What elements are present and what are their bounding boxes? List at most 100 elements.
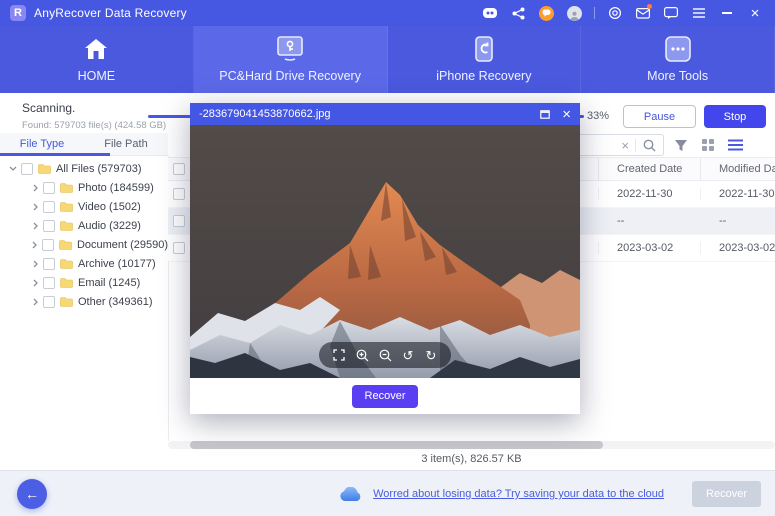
modal-close-icon[interactable]: × bbox=[562, 107, 571, 122]
cell-created-date: -- bbox=[598, 215, 700, 227]
tree-item-count: (1502) bbox=[109, 201, 141, 213]
chevron-down-icon[interactable] bbox=[8, 166, 18, 171]
chevron-right-icon[interactable] bbox=[30, 222, 40, 230]
tree-item-checkbox[interactable] bbox=[43, 220, 55, 232]
cloud-backup-link[interactable]: Worred about losing data? Try saving you… bbox=[373, 488, 664, 500]
support-chat-icon[interactable] bbox=[538, 5, 554, 21]
chevron-right-icon[interactable] bbox=[30, 279, 40, 287]
tree-item[interactable]: Archive (10177) bbox=[0, 254, 168, 273]
tree-item[interactable]: Other (349361) bbox=[0, 292, 168, 311]
horizontal-scrollbar bbox=[168, 441, 775, 449]
stop-button[interactable]: Stop bbox=[704, 105, 766, 128]
scan-found-count: Found: 579703 file(s) (424.58 GB) bbox=[22, 120, 166, 131]
tab-file-path[interactable]: File Path bbox=[84, 133, 168, 155]
modal-recover-button[interactable]: Recover bbox=[352, 385, 418, 408]
row-checkbox[interactable] bbox=[173, 242, 185, 254]
tree-item-checkbox[interactable] bbox=[42, 239, 54, 251]
grid-view-icon[interactable] bbox=[699, 136, 717, 154]
tree-item-checkbox[interactable] bbox=[43, 182, 55, 194]
minimize-icon[interactable] bbox=[719, 5, 735, 21]
tree-item[interactable]: Photo (184599) bbox=[0, 178, 168, 197]
file-type-tree: All Files (579703) Photo (184599) bbox=[0, 159, 168, 311]
tree-item[interactable]: Video (1502) bbox=[0, 197, 168, 216]
tree-item-count: (3229) bbox=[109, 220, 141, 232]
folder-icon bbox=[60, 182, 73, 193]
discord-icon[interactable] bbox=[482, 5, 498, 21]
tree-item-checkbox[interactable] bbox=[21, 163, 33, 175]
titlebar: R AnyRecover Data Recovery bbox=[0, 0, 775, 26]
tab-pc-hard-drive-recovery[interactable]: PC&Hard Drive Recovery bbox=[194, 26, 388, 93]
column-modified-date[interactable]: Modified Date bbox=[700, 158, 775, 180]
tab-more-tools[interactable]: More Tools bbox=[581, 26, 775, 93]
tree-item-checkbox[interactable] bbox=[43, 258, 55, 270]
preview-file-name: -283679041453870662.jpg bbox=[199, 108, 528, 120]
scan-progress-percent: 33% bbox=[587, 110, 609, 122]
preview-modal-titlebar[interactable]: -283679041453870662.jpg × bbox=[190, 103, 580, 125]
tree-item-count: (10177) bbox=[118, 258, 156, 270]
column-created-date[interactable]: Created Date bbox=[598, 158, 700, 180]
search-icon[interactable] bbox=[636, 139, 663, 152]
preview-image: ↺ ↻ bbox=[190, 125, 580, 378]
tab-home[interactable]: HOME bbox=[0, 26, 194, 93]
cell-created-date: 2023-03-02 bbox=[598, 242, 700, 254]
record-icon[interactable] bbox=[607, 5, 623, 21]
maximize-icon[interactable] bbox=[540, 110, 550, 119]
back-button[interactable]: ← bbox=[17, 479, 47, 509]
panel-loading-indicator bbox=[0, 153, 110, 156]
share-icon[interactable] bbox=[510, 5, 526, 21]
mail-notification-dot bbox=[647, 4, 652, 9]
iphone-recovery-icon bbox=[475, 36, 493, 62]
zoom-in-icon[interactable] bbox=[354, 347, 370, 363]
tree-item[interactable]: Email (1245) bbox=[0, 273, 168, 292]
chevron-right-icon[interactable] bbox=[30, 260, 40, 268]
scan-status: Scanning. bbox=[22, 101, 75, 115]
chevron-right-icon[interactable] bbox=[30, 241, 39, 249]
selection-summary: 3 item(s), 826.57 KB bbox=[168, 453, 775, 465]
mail-icon[interactable] bbox=[635, 5, 651, 21]
tree-item[interactable]: All Files (579703) bbox=[0, 159, 168, 178]
account-icon[interactable] bbox=[566, 5, 582, 21]
folder-icon bbox=[60, 201, 73, 212]
fullscreen-icon[interactable] bbox=[331, 347, 347, 363]
menu-icon[interactable] bbox=[691, 5, 707, 21]
tree-item-label: Document bbox=[77, 239, 127, 251]
tree-item-checkbox[interactable] bbox=[43, 201, 55, 213]
pause-button[interactable]: Pause bbox=[623, 105, 696, 128]
select-all-checkbox[interactable] bbox=[173, 163, 185, 175]
main-nav: HOME PC&Hard Drive Recovery iPhone Recov… bbox=[0, 26, 775, 93]
tree-item-label: Video bbox=[78, 201, 106, 213]
folder-icon bbox=[60, 258, 73, 269]
tree-item[interactable]: Document (29590) bbox=[0, 235, 168, 254]
nav-tab-label: More Tools bbox=[647, 69, 708, 83]
cell-created-date: 2022-11-30 bbox=[598, 188, 700, 200]
footer-recover-button[interactable]: Recover bbox=[692, 481, 761, 507]
tree-item[interactable]: Audio (3229) bbox=[0, 216, 168, 235]
horizontal-scrollbar-thumb[interactable] bbox=[190, 441, 603, 449]
tab-iphone-recovery[interactable]: iPhone Recovery bbox=[388, 26, 582, 93]
chat-bubble-icon[interactable] bbox=[663, 5, 679, 21]
tab-file-type[interactable]: File Type bbox=[0, 133, 84, 155]
close-icon[interactable]: × bbox=[747, 5, 763, 21]
tree-item-checkbox[interactable] bbox=[43, 277, 55, 289]
cloud-icon bbox=[339, 487, 363, 502]
filter-icon[interactable] bbox=[672, 136, 690, 154]
mountain-photo bbox=[190, 125, 580, 378]
chevron-right-icon[interactable] bbox=[30, 184, 40, 192]
chevron-right-icon[interactable] bbox=[30, 203, 40, 211]
zoom-out-icon[interactable] bbox=[377, 347, 393, 363]
tree-item-count: (184599) bbox=[110, 182, 154, 194]
chevron-right-icon[interactable] bbox=[30, 298, 40, 306]
tree-item-count: (349361) bbox=[109, 296, 153, 308]
search-clear-icon[interactable]: × bbox=[615, 139, 636, 152]
rotate-left-icon[interactable]: ↺ bbox=[400, 347, 416, 363]
tree-item-count: (579703) bbox=[98, 163, 142, 175]
row-checkbox[interactable] bbox=[173, 188, 185, 200]
list-view-icon[interactable] bbox=[726, 136, 744, 154]
titlebar-divider bbox=[594, 7, 595, 19]
row-checkbox[interactable] bbox=[173, 215, 185, 227]
rotate-right-icon[interactable]: ↻ bbox=[423, 347, 439, 363]
more-tools-icon bbox=[665, 36, 691, 62]
tree-item-label: All Files bbox=[56, 163, 95, 175]
tree-item-checkbox[interactable] bbox=[43, 296, 55, 308]
app-logo: R bbox=[10, 5, 26, 21]
